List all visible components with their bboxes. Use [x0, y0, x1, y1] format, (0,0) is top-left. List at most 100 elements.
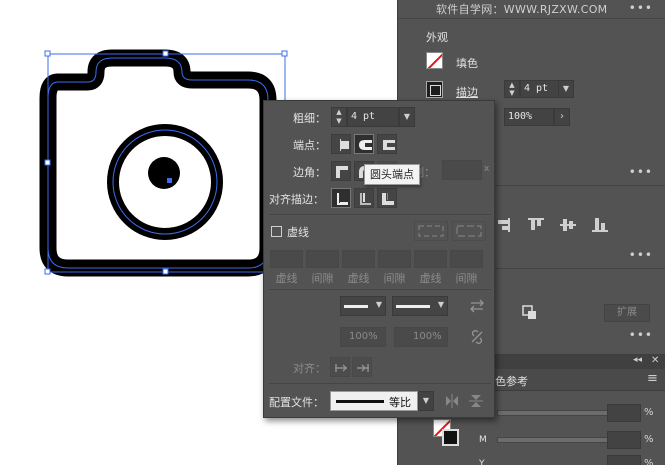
- projecting-cap-button[interactable]: [377, 134, 397, 154]
- expand-button[interactable]: 扩展: [604, 304, 650, 322]
- weight-label: 粗细：: [293, 112, 326, 125]
- channel-value-input[interactable]: [607, 404, 641, 422]
- flip-horizontal-icon[interactable]: [445, 394, 459, 408]
- channel-label-m: M: [479, 435, 487, 445]
- more-options-icon[interactable]: •••: [629, 166, 653, 178]
- start-scale-input[interactable]: 100%: [340, 327, 386, 347]
- gap-input[interactable]: [378, 250, 411, 268]
- channel-value-input[interactable]: [607, 431, 641, 449]
- fill-none-swatch-icon[interactable]: [426, 52, 443, 69]
- cap-label: 端点：: [293, 139, 326, 152]
- corner-label: 边角：: [293, 166, 326, 179]
- weight-input[interactable]: 4 pt: [347, 107, 399, 127]
- align-right-icon[interactable]: [496, 218, 514, 232]
- close-icon[interactable]: ✕: [651, 355, 659, 366]
- collapse-icon[interactable]: ◂◂: [633, 355, 642, 365]
- projecting-cap-icon: [383, 140, 395, 150]
- fill-label: 填色: [456, 57, 478, 70]
- dash-align-corners-icon: [456, 225, 482, 237]
- align-inside-icon: [360, 193, 371, 205]
- limit-input[interactable]: [442, 160, 482, 180]
- gap-input[interactable]: [306, 250, 339, 268]
- dash-input[interactable]: [414, 250, 447, 268]
- pathfinder-minus-icon[interactable]: [522, 305, 538, 321]
- flip-vertical-icon[interactable]: [469, 394, 483, 408]
- round-cap-icon: [359, 140, 372, 150]
- align-bottom-icon[interactable]: [592, 218, 610, 232]
- align-stroke-outside-button[interactable]: [377, 188, 397, 208]
- chevron-down-icon[interactable]: ▼: [558, 80, 574, 98]
- stroke-swatch-icon[interactable]: [426, 81, 443, 98]
- butt-cap-icon: [340, 139, 349, 151]
- miter-join-icon: [336, 166, 348, 178]
- arrow-align-label: 对齐：: [293, 362, 326, 375]
- dash-preserve-button[interactable]: [414, 221, 448, 241]
- percent-unit: %: [644, 458, 654, 465]
- dash-align-corners-button[interactable]: [452, 221, 486, 241]
- stroke-panel: 粗细： ▲▼ 4 pt ▼ 端点： 边角： 限制： x 对齐描边： 虚线: [263, 100, 495, 418]
- dash-input[interactable]: [342, 250, 375, 268]
- percent-unit: %: [644, 434, 654, 445]
- weight-stepper-icon[interactable]: ▲ ▼: [331, 107, 347, 127]
- align-center-icon: [337, 193, 348, 205]
- arrow-extend-button[interactable]: [330, 357, 350, 377]
- percent-unit: %: [644, 407, 654, 418]
- dash-input[interactable]: [270, 250, 303, 268]
- limit-unit: x: [484, 164, 490, 174]
- butt-cap-button[interactable]: [331, 134, 351, 154]
- watermark-text: 软件自学网：WWW.RJZXW.COM: [436, 3, 608, 16]
- swap-arrowheads-icon[interactable]: [470, 299, 484, 313]
- gap-input[interactable]: [450, 250, 483, 268]
- dashed-line-label: 虚线: [287, 226, 309, 239]
- round-cap-tooltip: 圆头端点: [364, 164, 420, 185]
- profile-label: 配置文件：: [269, 396, 324, 409]
- panel-menu-icon[interactable]: •••: [629, 2, 653, 14]
- channel-value-input[interactable]: [607, 455, 641, 465]
- stroke-swatch-icon[interactable]: [442, 429, 459, 446]
- divider: [269, 289, 491, 290]
- stroke-weight-stepper-icon[interactable]: ▲ ▼: [504, 80, 520, 98]
- dash-header: 虚线: [275, 272, 298, 285]
- align-vertical-center-icon[interactable]: [560, 218, 578, 232]
- miter-join-button[interactable]: [331, 161, 351, 181]
- divider: [269, 214, 491, 215]
- link-scale-icon[interactable]: [470, 330, 484, 344]
- divider: [398, 18, 665, 19]
- chevron-right-icon[interactable]: ›: [554, 108, 570, 126]
- align-outside-icon: [382, 193, 394, 205]
- chevron-down-icon[interactable]: ▼: [418, 391, 434, 411]
- more-options-icon[interactable]: •••: [629, 249, 653, 261]
- round-cap-button[interactable]: [354, 134, 374, 154]
- start-arrowhead-select[interactable]: ▼: [340, 296, 386, 316]
- arrow-place-icon: [357, 364, 369, 372]
- more-options-icon[interactable]: •••: [629, 329, 653, 341]
- arrow-extend-icon: [335, 364, 347, 372]
- divider: [269, 383, 491, 384]
- opacity-input[interactable]: 100%: [504, 108, 554, 126]
- chevron-down-icon[interactable]: ▼: [399, 107, 415, 127]
- gap-header: 间隙: [311, 272, 334, 285]
- profile-select[interactable]: 等比: [330, 391, 418, 411]
- gap-header: 间隙: [455, 272, 478, 285]
- lens-center: [148, 157, 180, 189]
- center-point-marker: [167, 178, 172, 183]
- align-top-icon[interactable]: [528, 218, 546, 232]
- dash-preserve-icon: [418, 225, 444, 237]
- dash-header: 虚线: [419, 272, 442, 285]
- tab-color-guide[interactable]: 色参考: [495, 373, 528, 389]
- align-stroke-label: 对齐描边：: [269, 193, 324, 206]
- end-scale-input[interactable]: 100%: [394, 327, 448, 347]
- align-buttons: [496, 218, 610, 232]
- channel-label-y: Y: [479, 459, 485, 465]
- align-stroke-inside-button[interactable]: [354, 188, 374, 208]
- gap-header: 间隙: [383, 272, 406, 285]
- profile-value: 等比: [389, 396, 411, 409]
- end-arrowhead-select[interactable]: ▼: [392, 296, 448, 316]
- dash-header: 虚线: [347, 272, 370, 285]
- stroke-link[interactable]: 描边: [456, 84, 478, 100]
- panel-menu-icon[interactable]: ≡: [647, 371, 658, 386]
- arrow-place-button[interactable]: [352, 357, 372, 377]
- align-stroke-center-button[interactable]: [331, 188, 351, 208]
- dashed-line-checkbox[interactable]: [271, 226, 282, 237]
- stroke-weight-input[interactable]: 4 pt: [520, 80, 558, 98]
